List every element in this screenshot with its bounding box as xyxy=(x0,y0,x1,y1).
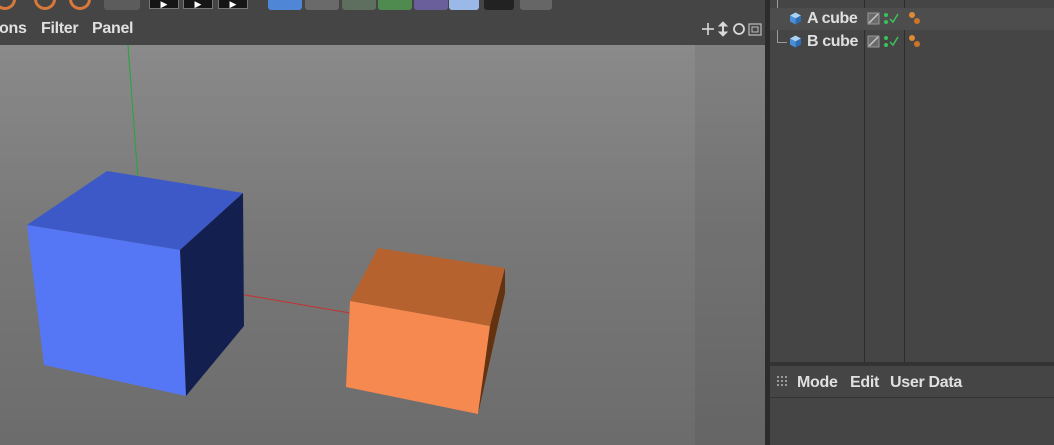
main-toolbar: ▶ ▶ ▶ xyxy=(0,0,768,12)
maximize-icon[interactable] xyxy=(748,23,762,36)
enabled-check-icon[interactable] xyxy=(889,36,899,47)
object-row-b-cube[interactable]: B cube xyxy=(770,31,1054,53)
live-selection-icon[interactable] xyxy=(69,0,91,10)
scroll-icon[interactable] xyxy=(717,21,729,37)
cube-a[interactable] xyxy=(27,171,244,396)
redo-icon[interactable] xyxy=(34,0,56,10)
visibility-dots-icon[interactable] xyxy=(884,13,888,24)
viewport-scene xyxy=(27,45,505,414)
menu-edit[interactable]: Edit xyxy=(850,374,879,392)
cube-icon xyxy=(790,12,801,25)
coordinate-system-button[interactable] xyxy=(104,0,140,10)
object-name[interactable]: A cube xyxy=(807,10,858,28)
cube-b[interactable] xyxy=(346,248,505,414)
undo-icon[interactable] xyxy=(0,0,16,10)
generator-button[interactable] xyxy=(342,0,376,10)
deformer-button[interactable] xyxy=(378,0,412,10)
object-status-icons xyxy=(867,12,899,25)
menu-panel[interactable]: Panel xyxy=(92,20,134,38)
viewport-menubar: ons Filter Panel xyxy=(0,12,768,45)
tag-icon[interactable] xyxy=(908,34,922,50)
move-icon[interactable] xyxy=(702,23,714,35)
menu-options[interactable]: ons xyxy=(0,20,27,38)
cube-primitive-button[interactable] xyxy=(268,0,302,10)
object-manager: A cube B cube xyxy=(770,0,1054,362)
visibility-dots-icon[interactable] xyxy=(884,36,888,47)
layer-icon[interactable] xyxy=(867,12,880,25)
light-button[interactable] xyxy=(520,0,552,10)
scene-button[interactable] xyxy=(414,0,448,10)
camera-button[interactable] xyxy=(484,0,514,10)
3d-viewport[interactable] xyxy=(0,45,768,445)
cube-icon xyxy=(790,35,801,48)
menu-filter[interactable]: Filter xyxy=(41,20,79,38)
render-view-button[interactable]: ▶ xyxy=(149,0,179,9)
layer-icon[interactable] xyxy=(867,35,880,48)
om-column-divider[interactable] xyxy=(864,0,865,362)
render-settings-button[interactable]: ▶ xyxy=(218,0,248,9)
viewport-safe-frame xyxy=(695,45,768,445)
enabled-check-icon[interactable] xyxy=(889,13,899,24)
spline-button[interactable] xyxy=(305,0,339,10)
render-picture-viewer-button[interactable]: ▶ xyxy=(183,0,213,9)
grip-icon[interactable] xyxy=(777,376,789,388)
layout-button[interactable] xyxy=(449,0,479,10)
cube-a-front-face xyxy=(27,225,186,396)
attribute-manager-menubar: Mode Edit User Data xyxy=(770,366,1054,397)
rotate-icon[interactable] xyxy=(733,23,745,35)
object-name[interactable]: B cube xyxy=(807,33,858,51)
menu-mode[interactable]: Mode xyxy=(797,374,838,392)
attribute-manager-content xyxy=(770,397,1054,445)
object-status-icons xyxy=(867,35,899,48)
om-column-divider[interactable] xyxy=(904,0,905,362)
object-row-a-cube[interactable]: A cube xyxy=(770,8,1054,30)
menu-user-data[interactable]: User Data xyxy=(890,374,962,392)
tag-icon[interactable] xyxy=(908,11,922,27)
viewport-nav-icons xyxy=(702,21,762,37)
